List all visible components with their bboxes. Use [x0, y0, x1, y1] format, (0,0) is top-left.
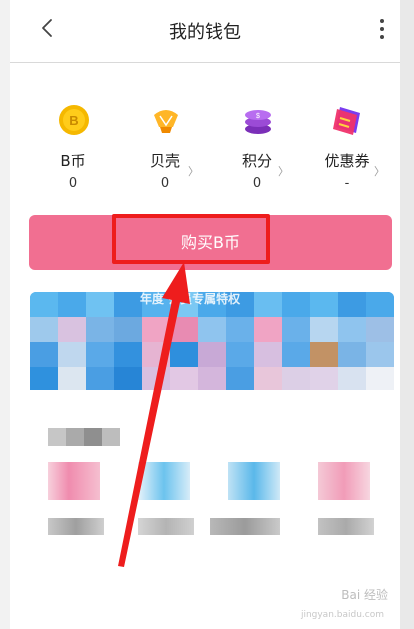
watermark-logo: Bai 经验	[341, 588, 388, 602]
watermark-url: jingyan.baidu.com	[300, 610, 384, 620]
annotation-arrow-icon	[118, 262, 190, 567]
